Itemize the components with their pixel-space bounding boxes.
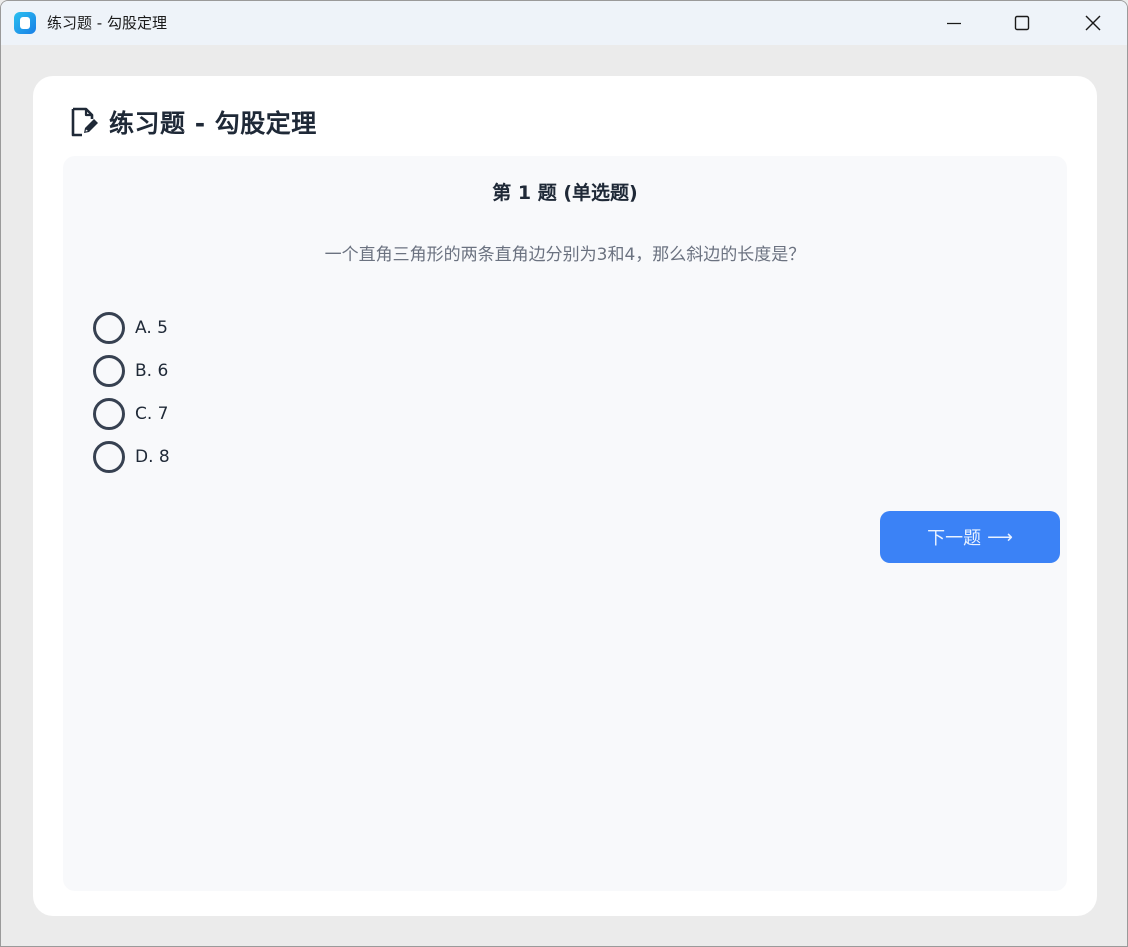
question-header: 第 1 题 (单选题)	[492, 182, 638, 204]
option-label: C. 7	[135, 403, 169, 424]
radio-button-icon[interactable]	[93, 311, 125, 344]
edit-document-icon	[71, 107, 98, 137]
page-title-text: 练习题 - 勾股定理	[109, 109, 317, 138]
close-button[interactable]	[1070, 1, 1116, 45]
answer-options: A. 5 B. 6 C. 7 D. 8	[93, 306, 170, 478]
option-label: A. 5	[135, 317, 168, 338]
app-icon	[14, 12, 36, 34]
radio-button-icon[interactable]	[93, 354, 125, 387]
maximize-icon	[1014, 15, 1030, 31]
option-label: B. 6	[135, 360, 169, 381]
minimize-icon	[947, 22, 961, 25]
question-text: 一个直角三角形的两条直角边分别为3和4，那么斜边的长度是？	[324, 245, 806, 265]
maximize-button[interactable]	[999, 1, 1045, 45]
radio-button-icon[interactable]	[93, 397, 125, 430]
app-window: 练习题 - 勾股定理 练习题 - 勾股定理 第 1 题 (单选题) 一个直角三角…	[0, 0, 1128, 947]
close-icon	[1085, 15, 1101, 31]
next-button-label: 下一题	[927, 528, 982, 549]
option-b[interactable]: B. 6	[93, 349, 170, 392]
option-d[interactable]: D. 8	[93, 435, 170, 478]
next-question-button[interactable]: 下一题 ⟶	[880, 511, 1060, 563]
option-a[interactable]: A. 5	[93, 306, 170, 349]
title-bar[interactable]: 练习题 - 勾股定理	[1, 1, 1127, 45]
page-title: 练习题 - 勾股定理	[69, 104, 317, 140]
option-label: D. 8	[135, 446, 170, 467]
arrow-right-icon: ⟶	[987, 526, 1013, 548]
radio-button-icon[interactable]	[93, 440, 125, 473]
question-panel: 第 1 题 (单选题) 一个直角三角形的两条直角边分别为3和4，那么斜边的长度是…	[63, 156, 1067, 891]
minimize-button[interactable]	[931, 1, 977, 45]
window-title: 练习题 - 勾股定理	[47, 14, 167, 32]
content-card: 练习题 - 勾股定理 第 1 题 (单选题) 一个直角三角形的两条直角边分别为3…	[33, 76, 1097, 916]
option-c[interactable]: C. 7	[93, 392, 170, 435]
